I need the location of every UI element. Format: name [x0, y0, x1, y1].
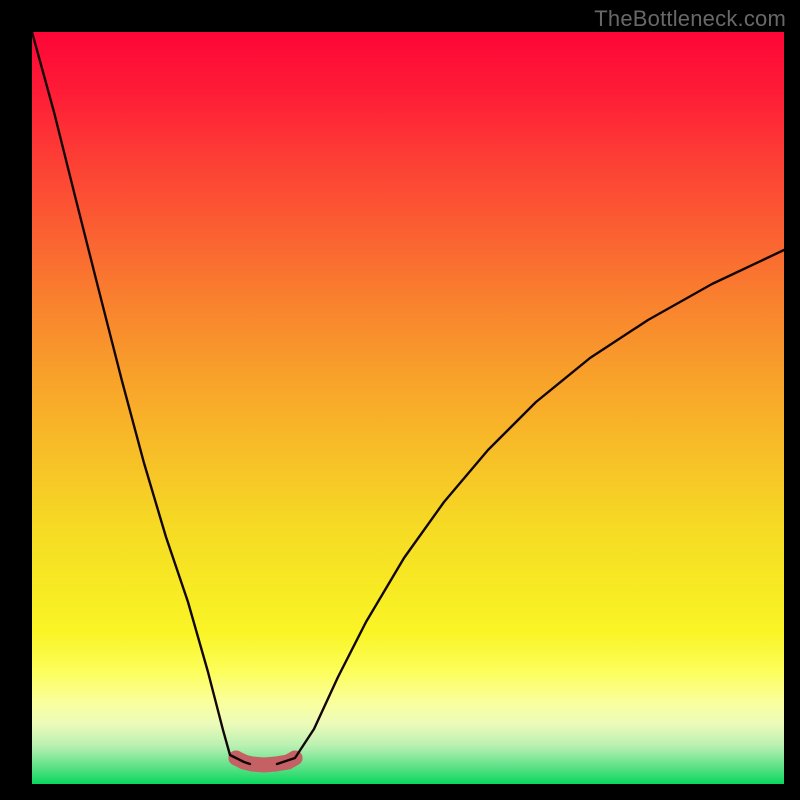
curve-left-branch — [32, 32, 250, 764]
watermark-text: TheBottleneck.com — [594, 6, 786, 32]
curve-paths — [32, 32, 784, 764]
curve-right-branch — [277, 250, 784, 764]
curve-layer — [32, 32, 784, 784]
plot-area — [32, 32, 784, 784]
chart-container: TheBottleneck.com — [0, 0, 800, 800]
floor-dots — [229, 751, 303, 773]
